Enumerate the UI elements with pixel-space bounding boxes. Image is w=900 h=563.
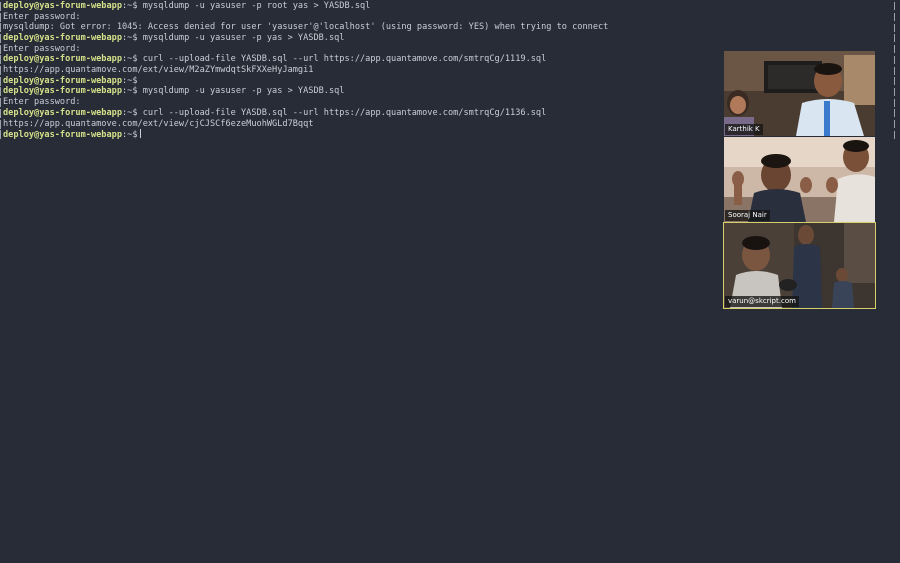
prompt-path: :~$	[122, 75, 138, 86]
prompt-user-host: deploy@yas-forum-webapp	[3, 130, 122, 141]
terminal-output-line: Enter password:	[3, 44, 81, 55]
terminal-output-text: Enter password:	[3, 97, 81, 108]
gutter-marker	[0, 66, 1, 75]
gutter-marker	[0, 33, 1, 43]
right-edge-marker	[894, 109, 895, 118]
participant-tile-karthik[interactable]: Karthik K	[724, 51, 875, 136]
right-edge-marker	[894, 66, 895, 75]
prompt-user-host: deploy@yas-forum-webapp	[3, 32, 122, 43]
gutter-marker	[0, 76, 1, 86]
right-edge-marker	[894, 23, 895, 32]
prompt-user-host: deploy@yas-forum-webapp	[3, 86, 122, 97]
text-cursor[interactable]	[139, 129, 141, 139]
prompt-user-host: deploy@yas-forum-webapp	[3, 54, 122, 65]
gutter-marker	[0, 98, 1, 108]
terminal-prompt-line: deploy@yas-forum-webapp:~$ mysqldump -u …	[3, 1, 370, 12]
terminal-output-text: https://app.quantamove.com/ext/view/M2aZ…	[3, 65, 314, 75]
gutter-marker	[0, 130, 1, 140]
terminal-output-text: https://app.quantamove.com/ext/view/cjCJ…	[3, 118, 314, 129]
right-edge-marker	[894, 77, 895, 86]
terminal-output-line: https://app.quantamove.com/ext/view/M2aZ…	[3, 65, 313, 76]
right-edge-marker	[894, 120, 895, 128]
terminal-command: mysqldump -u yasuser -p root yas > YASDB…	[137, 0, 371, 11]
gutter-marker	[0, 23, 1, 33]
gutter-marker	[0, 55, 1, 65]
prompt-path: :~$	[122, 54, 138, 65]
right-edge-marker	[894, 130, 895, 139]
prompt-user-host: deploy@yas-forum-webapp	[3, 0, 122, 11]
terminal-command: curl --upload-file YASDB.sql --url https…	[137, 54, 547, 65]
participant-name-label: varun@skcript.com	[725, 296, 799, 307]
gutter-marker	[0, 12, 1, 22]
prompt-user-host: deploy@yas-forum-webapp	[3, 75, 122, 86]
terminal-output-line: https://app.quantamove.com/ext/view/cjCJ…	[3, 119, 313, 130]
prompt-path: :~$	[122, 32, 138, 43]
terminal-output-line: Enter password:	[3, 12, 81, 23]
right-edge-marker	[894, 87, 895, 96]
terminal-prompt-line: deploy@yas-forum-webapp:~$ curl --upload…	[3, 54, 546, 65]
terminal-prompt-line: deploy@yas-forum-webapp:~$ mysqldump -u …	[3, 86, 345, 97]
gutter-marker	[0, 1, 1, 11]
terminal-prompt-line: deploy@yas-forum-webapp:~$ curl --upload…	[3, 108, 546, 119]
terminal-output-text: Enter password:	[3, 43, 81, 54]
terminal-prompt-line: deploy@yas-forum-webapp:~$	[3, 76, 138, 87]
right-edge-marker	[894, 55, 895, 64]
participant-tile-sooraj[interactable]: Sooraj Nair	[724, 137, 875, 222]
terminal-prompt-line: deploy@yas-forum-webapp:~$ mysqldump -u …	[3, 33, 345, 44]
right-edge-marker	[894, 34, 895, 43]
participant-tile-varun[interactable]: varun@skcript.com	[723, 222, 876, 309]
prompt-path: :~$	[122, 0, 138, 11]
terminal-output-line: mysqldump: Got error: 1045: Access denie…	[3, 22, 608, 33]
prompt-user-host: deploy@yas-forum-webapp	[3, 107, 122, 118]
terminal-output-line: Enter password:	[3, 97, 81, 108]
participant-name-label: Sooraj Nair	[725, 210, 770, 221]
right-edge-marker	[894, 98, 895, 107]
prompt-path: :~$	[122, 130, 138, 141]
participant-name-label: Karthik K	[725, 124, 763, 135]
prompt-path: :~$	[122, 86, 138, 97]
gutter-marker	[0, 119, 1, 129]
gutter-marker	[0, 87, 1, 97]
right-edge-marker	[894, 13, 895, 21]
right-edge-marker	[894, 2, 895, 11]
terminal-command: mysqldump -u yasuser -p yas > YASDB.sql	[137, 32, 345, 43]
gutter-marker	[0, 44, 1, 54]
prompt-path: :~$	[122, 107, 138, 118]
terminal-prompt-line: deploy@yas-forum-webapp:~$	[3, 129, 141, 140]
terminal-command: mysqldump -u yasuser -p yas > YASDB.sql	[137, 86, 345, 97]
gutter-marker	[0, 108, 1, 118]
terminal-output-text: mysqldump: Got error: 1045: Access denie…	[3, 22, 609, 33]
terminal-output-text: Enter password:	[3, 11, 81, 22]
terminal-command: curl --upload-file YASDB.sql --url https…	[137, 107, 547, 118]
right-edge-marker	[894, 45, 895, 54]
